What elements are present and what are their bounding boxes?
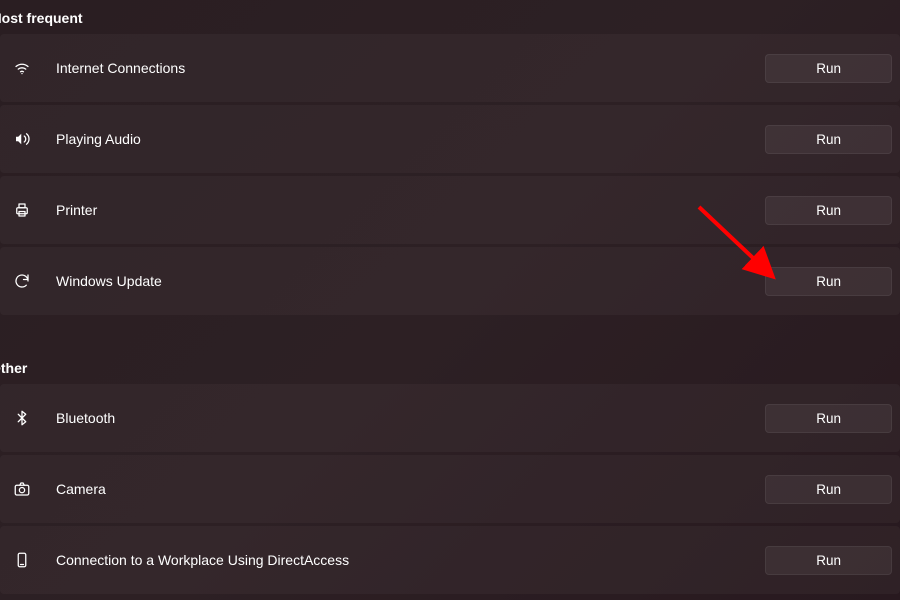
audio-icon [12, 129, 32, 149]
row-label: Playing Audio [56, 131, 141, 147]
run-button-printer[interactable]: Run [765, 196, 892, 225]
camera-icon [12, 479, 32, 499]
row-label: Camera [56, 481, 106, 497]
section-header-other: Other [0, 350, 900, 384]
row-label: Printer [56, 202, 97, 218]
row-left: Playing Audio [12, 129, 141, 149]
troubleshooter-row-directaccess: Connection to a Workplace Using DirectAc… [0, 526, 900, 594]
printer-icon [12, 200, 32, 220]
run-button-camera[interactable]: Run [765, 475, 892, 504]
row-left: Internet Connections [12, 58, 185, 78]
section-gap [0, 318, 900, 350]
run-button-playing-audio[interactable]: Run [765, 125, 892, 154]
run-button-windows-update[interactable]: Run [765, 267, 892, 296]
row-left: Connection to a Workplace Using DirectAc… [12, 550, 349, 570]
row-left: Bluetooth [12, 408, 115, 428]
update-icon [12, 271, 32, 291]
bluetooth-icon [12, 408, 32, 428]
row-left: Printer [12, 200, 97, 220]
run-button-directaccess[interactable]: Run [765, 546, 892, 575]
troubleshooter-row-windows-update: Windows Update Run [0, 247, 900, 315]
troubleshooter-row-camera: Camera Run [0, 455, 900, 523]
run-button-bluetooth[interactable]: Run [765, 404, 892, 433]
wifi-icon [12, 58, 32, 78]
row-left: Windows Update [12, 271, 162, 291]
row-label: Bluetooth [56, 410, 115, 426]
row-label: Connection to a Workplace Using DirectAc… [56, 552, 349, 568]
troubleshooter-row-internet-connections: Internet Connections Run [0, 34, 900, 102]
troubleshooter-row-bluetooth: Bluetooth Run [0, 384, 900, 452]
row-label: Internet Connections [56, 60, 185, 76]
device-icon [12, 550, 32, 570]
run-button-internet-connections[interactable]: Run [765, 54, 892, 83]
row-label: Windows Update [56, 273, 162, 289]
troubleshooter-row-printer: Printer Run [0, 176, 900, 244]
troubleshooter-row-playing-audio: Playing Audio Run [0, 105, 900, 173]
section-header-most-frequent: Most frequent [0, 0, 900, 34]
row-left: Camera [12, 479, 106, 499]
